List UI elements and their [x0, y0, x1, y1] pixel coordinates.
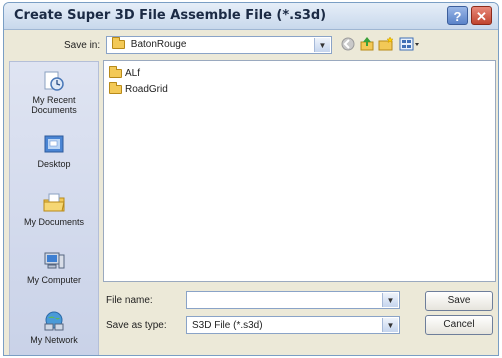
folder-icon	[109, 65, 122, 78]
chevron-down-icon: ▼	[382, 293, 398, 307]
my-documents-icon	[43, 193, 65, 212]
place-desktop[interactable]: Desktop	[10, 134, 98, 169]
save-in-label: Save in:	[64, 40, 101, 51]
back-icon[interactable]	[340, 36, 356, 52]
place-label: My Computer	[26, 275, 81, 285]
save-as-type-label: Save as type:	[106, 320, 167, 331]
my-network-icon	[44, 311, 64, 331]
folder-icon	[112, 36, 125, 49]
place-my-recent-documents[interactable]: My Recent Documents	[10, 70, 98, 115]
up-folder-icon[interactable]	[359, 36, 375, 52]
view-menu-icon[interactable]	[399, 36, 421, 52]
place-label: My Network	[30, 335, 78, 345]
cancel-button[interactable]: Cancel	[425, 315, 493, 335]
chevron-down-icon: ▼	[382, 318, 398, 332]
close-icon: ✕	[476, 9, 487, 24]
file-name-label: File name:	[106, 295, 153, 306]
place-label: Desktop	[37, 159, 71, 169]
save-as-type-dropdown[interactable]: S3D File (*.s3d) ▼	[186, 316, 400, 334]
save-in-dropdown[interactable]: BatonRouge ▼	[106, 36, 332, 54]
chevron-down-icon: ▼	[314, 38, 330, 52]
file-name-input[interactable]: ▼	[186, 291, 400, 309]
place-my-computer[interactable]: My Computer	[10, 250, 98, 285]
title-bar[interactable]: Create Super 3D File Assemble File (*.s3…	[4, 3, 498, 30]
file-name: RoadGrid	[125, 84, 168, 95]
help-icon: ?	[453, 9, 462, 24]
list-item[interactable]: RoadGrid	[109, 81, 168, 95]
place-label: My Recent Documents	[31, 95, 77, 115]
my-computer-icon	[44, 252, 65, 269]
save-button[interactable]: Save	[425, 291, 493, 311]
file-list[interactable]: ALf RoadGrid	[103, 60, 496, 282]
place-label: My Documents	[23, 217, 85, 227]
close-button[interactable]: ✕	[471, 6, 492, 25]
recent-documents-icon	[44, 71, 64, 91]
window-title: Create Super 3D File Assemble File (*.s3…	[14, 8, 327, 23]
new-folder-icon[interactable]	[378, 36, 394, 52]
places-bar: My Recent Documents Desktop My Documents	[9, 61, 99, 355]
help-button[interactable]: ?	[447, 6, 468, 25]
save-in-value: BatonRouge	[130, 39, 187, 50]
list-item[interactable]: ALf	[109, 65, 141, 79]
place-my-documents[interactable]: My Documents	[10, 192, 98, 227]
desktop-icon	[44, 135, 64, 153]
folder-icon	[109, 81, 122, 94]
save-dialog: Create Super 3D File Assemble File (*.s3…	[3, 2, 499, 356]
place-my-network[interactable]: My Network	[10, 310, 98, 345]
save-as-type-value: S3D File (*.s3d)	[192, 320, 263, 331]
file-name: ALf	[125, 68, 141, 79]
